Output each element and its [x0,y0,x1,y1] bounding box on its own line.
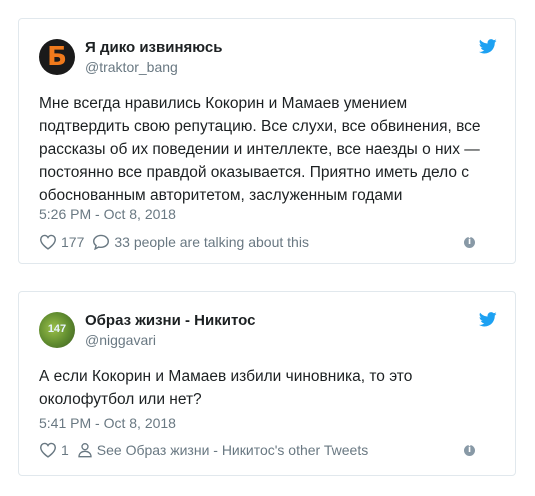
like-count: 177 [61,234,85,250]
other-tweets-text: See Образ жизни - Никитос's other Tweets [96,442,369,458]
person-icon [78,443,92,458]
tweet-actions: 1 See Образ жизни - Никитос's other Twee… [39,440,495,460]
avatar-text: 147 [47,323,67,335]
timestamp[interactable]: 5:26 PM - Oct 8, 2018 [39,206,176,222]
heart-icon [39,442,57,458]
heart-icon [39,234,57,250]
tweet-text: А если Кокорин и Мамаев избили чиновника… [39,368,413,408]
talking-about-text: 33 people are talking about this [114,234,309,250]
tweet-card: Б Я дико извиняюсь @traktor_bang Мне все… [18,18,516,264]
avatar-letter: Б [47,42,67,72]
author-handle[interactable]: @traktor_bang [85,59,178,75]
info-icon[interactable]: i [464,445,475,456]
like-button[interactable]: 177 [39,234,84,250]
tweet-text: Мне всегда нравились Кокорин и Мамаев ум… [39,95,481,204]
avatar[interactable]: Б [39,39,75,75]
author-name[interactable]: Образ жизни - Никитос [85,312,255,329]
reply-button[interactable]: 33 people are talking about this [92,234,309,250]
tweet-card: 147 Образ жизни - Никитос @niggavari А е… [18,291,516,476]
tweet-actions: 177 33 people are talking about this i [39,232,495,252]
twitter-bird-icon[interactable] [479,312,497,327]
comment-icon [93,234,110,250]
other-tweets-link[interactable]: See Образ жизни - Никитос's other Tweets [77,442,368,458]
author-name[interactable]: Я дико извиняюсь [85,39,222,56]
timestamp[interactable]: 5:41 PM - Oct 8, 2018 [39,415,176,431]
author-handle[interactable]: @niggavari [85,332,156,348]
twitter-bird-icon[interactable] [479,39,497,54]
like-count: 1 [61,442,69,458]
info-icon[interactable]: i [464,237,475,248]
avatar[interactable]: 147 [39,312,75,348]
like-button[interactable]: 1 [39,442,69,458]
